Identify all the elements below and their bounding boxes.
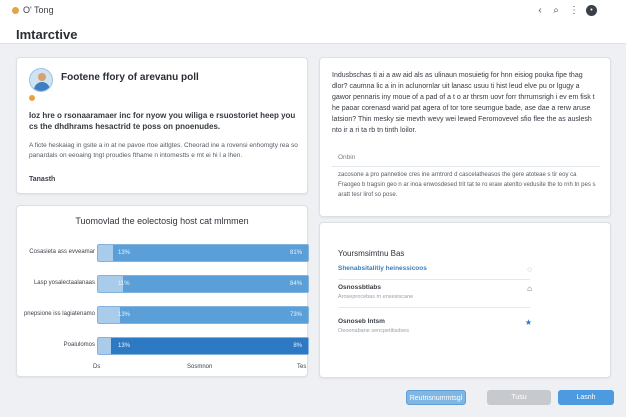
list-item-title: Osnoseb Intsm <box>338 318 385 325</box>
pin-icon: ★ <box>524 318 532 327</box>
bar-value-label-left: 13% <box>118 250 131 256</box>
brand-logo-icon <box>12 6 19 14</box>
bar-category-label: pnepsione iss lagiatenamo <box>23 311 95 317</box>
list-item[interactable]: Osnoseb Intsm Oeoonabane sencpetitisdses… <box>338 318 532 334</box>
bar-category-label: Cosasieta ass evveamar <box>29 249 95 255</box>
poll-description: A ficte heskaiag in gsite a in at ne pav… <box>29 142 298 159</box>
divider <box>338 279 530 280</box>
details-card: Indusbschas ti ai a aw aid als as ulinau… <box>319 57 611 217</box>
bar-value-label-left: 13% <box>118 343 131 349</box>
list-item-subtitle: Aroseprocebas m enxesiscane <box>338 294 414 300</box>
resources-title: Yoursmsimtnu Bas <box>338 249 405 258</box>
bar-value-label-left: 13% <box>118 312 131 318</box>
bar-track: 13% 8% <box>97 337 309 355</box>
secondary-button[interactable]: Tusu <box>487 390 551 405</box>
bar-value-label: 73% <box>289 312 302 318</box>
chat-bubble-icon: ◌ <box>527 265 532 274</box>
list-item-title: Osnossbtlabs <box>338 284 381 291</box>
bar-segment[interactable] <box>120 307 308 323</box>
brand[interactable]: O' Tong <box>12 5 54 15</box>
poll-footer[interactable]: Tanasth <box>29 176 55 183</box>
page-header: Imtarctive <box>0 22 626 44</box>
list-item-subtitle: Oeoonabane sencpetitisdses <box>338 328 409 334</box>
details-footnote: zacosone a pro pannetioe cres ine arntro… <box>338 172 596 198</box>
details-subtitle: Onbin <box>338 154 356 161</box>
home-icon: ⌂ <box>527 284 532 293</box>
bar-category-label: Lasp yosalectaalanaas <box>33 280 95 286</box>
bar-track: 13% 73% <box>97 306 309 324</box>
poll-title: Footene ffory of arevanu poll <box>61 72 199 83</box>
more-icon[interactable]: ⋮ <box>568 5 580 17</box>
x-axis-label-mid: Sosmnon <box>187 364 213 370</box>
bar-value-label: 81% <box>289 250 302 256</box>
resources-card: Yoursmsimtnu Bas Shenabsitalitiy heiness… <box>319 222 611 378</box>
poll-avatar <box>29 68 53 92</box>
chart-title: Tuomovlad the eolectosig host cat mlmmen <box>75 216 249 226</box>
x-axis-label-start: Ds <box>93 364 101 370</box>
list-item[interactable]: Osnossbtlabs Aroseprocebas m enxesiscane… <box>338 284 532 300</box>
x-axis-label-end: Tes <box>297 364 307 370</box>
bar-segment[interactable] <box>123 276 308 292</box>
results-chart-card: Tuomovlad the eolectosig host cat mlmmen… <box>16 205 309 377</box>
status-badge <box>29 95 35 101</box>
search-icon[interactable]: ⌕ <box>550 5 562 17</box>
user-avatar[interactable]: • <box>586 5 597 16</box>
bar-value-label: 8% <box>293 343 302 349</box>
bar-value-label-left: 11% <box>118 281 130 287</box>
bar-track: 11% 84% <box>97 275 309 293</box>
primary-button[interactable]: Reutnsnummtsgl <box>406 390 466 405</box>
bar-segment[interactable] <box>111 338 308 354</box>
bar-category-label: Poalulomos <box>63 342 95 348</box>
details-text: Indusbschas ti ai a aw aid als as ulinau… <box>332 72 595 134</box>
bar-track: 13% 81% <box>97 244 309 262</box>
page-title: Imtarctive <box>16 27 78 42</box>
bar-segment[interactable] <box>112 245 308 261</box>
poll-card: Footene ffory of arevanu poll Ioz hre o … <box>16 57 308 194</box>
divider <box>338 307 530 308</box>
back-chevron-icon[interactable]: ‹ <box>534 5 546 17</box>
list-item[interactable]: Shenabsitalitiy heinessicoos ◌ <box>338 265 532 274</box>
brand-name: O' Tong <box>23 5 54 15</box>
list-item-title: Shenabsitalitiy heinessicoos <box>338 265 427 272</box>
bar-value-label: 84% <box>289 281 302 287</box>
top-bar: O' Tong ‹ ⌕ ⋮ • <box>0 0 626 22</box>
poll-question: Ioz hre o rsonaaramaer inc for nyow you … <box>29 111 296 131</box>
tertiary-button[interactable]: Lasnh <box>558 390 614 405</box>
divider <box>332 166 600 167</box>
